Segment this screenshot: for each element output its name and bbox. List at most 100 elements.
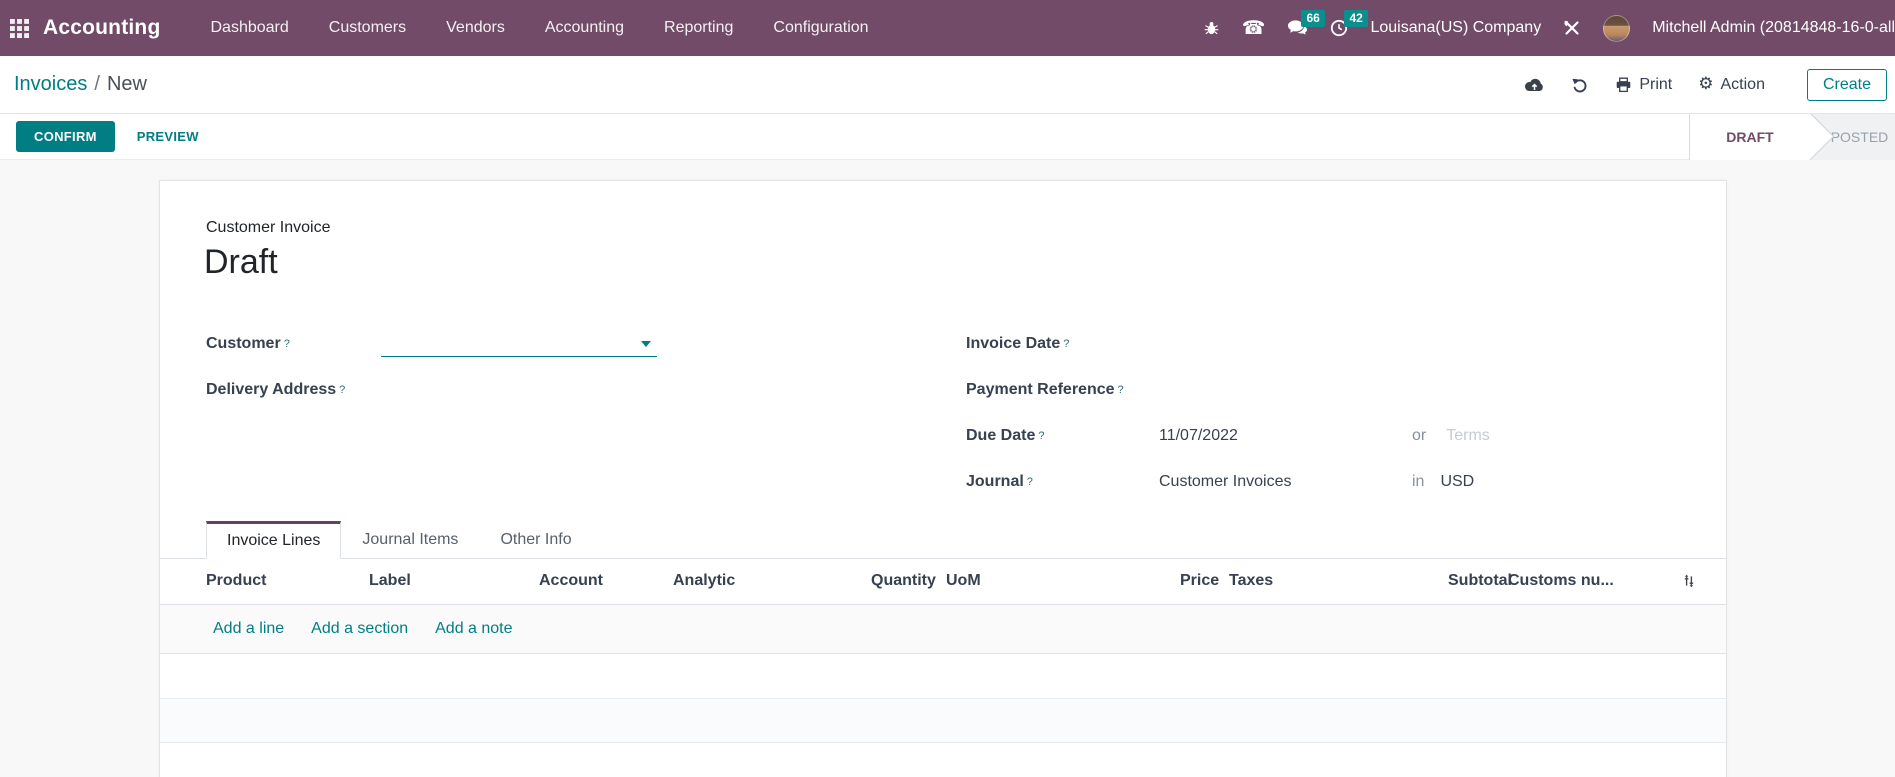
undo-icon: [1571, 76, 1589, 94]
invoice-lines-header: Product Label Account Analytic Quantity …: [160, 559, 1726, 605]
col-product: Product: [206, 572, 266, 590]
journal-help-marker[interactable]: ?: [1027, 476, 1033, 488]
notebook-tabs: Invoice Lines Journal Items Other Info: [160, 521, 1726, 559]
tab-journal-items[interactable]: Journal Items: [341, 521, 479, 559]
payment-reference-input[interactable]: [1159, 377, 1379, 401]
empty-line-row: [160, 743, 1726, 777]
preview-button[interactable]: PREVIEW: [137, 129, 199, 144]
chevron-down-icon[interactable]: [641, 341, 651, 347]
breadcrumb-invoices-link[interactable]: Invoices: [14, 73, 87, 96]
customer-input[interactable]: [381, 331, 657, 357]
grid-icon: [10, 19, 29, 38]
action-button[interactable]: ⚙ Action: [1698, 76, 1765, 94]
delivery-address-help-marker[interactable]: ?: [339, 384, 345, 396]
empty-line-row: [160, 654, 1726, 699]
due-date-terms-wrap: or Terms: [1412, 423, 1490, 449]
col-analytic: Analytic: [673, 572, 735, 590]
due-date-field-row: Due Date ?: [966, 423, 1044, 449]
action-label: Action: [1721, 76, 1765, 94]
control-panel: Invoices / New: [0, 56, 1895, 113]
unsaved-changes-cloud-button[interactable]: [1523, 77, 1545, 93]
wrench-screwdriver-icon: [1563, 19, 1581, 37]
col-label: Label: [369, 572, 411, 590]
apps-grid-icon[interactable]: [10, 19, 29, 38]
customer-help-marker[interactable]: ?: [284, 338, 290, 350]
document-title: Draft: [204, 243, 278, 282]
invoice-date-label: Invoice Date: [966, 335, 1060, 353]
col-customs-number: Customs nu...: [1508, 572, 1614, 590]
user-menu[interactable]: Mitchell Admin (20814848-16-0-all: [1652, 19, 1895, 37]
customer-field-row: Customer ?: [206, 331, 290, 357]
payment-reference-field-row: Payment Reference ?: [966, 377, 1124, 403]
journal-field-row: Journal ?: [966, 469, 1033, 495]
menu-item-reporting[interactable]: Reporting: [664, 19, 733, 37]
delivery-address-input[interactable]: [381, 377, 601, 401]
user-avatar[interactable]: [1603, 15, 1630, 42]
invoice-date-input[interactable]: [1159, 331, 1379, 355]
control-panel-actions: Print ⚙ Action Create: [1523, 69, 1887, 101]
breadcrumb-separator: /: [94, 73, 100, 96]
in-text: in: [1412, 473, 1424, 491]
messages-icon[interactable]: 66: [1287, 19, 1308, 37]
col-subtotal: Subtotal: [1448, 572, 1512, 590]
menu-item-customers[interactable]: Customers: [329, 19, 406, 37]
confirm-button[interactable]: CONFIRM: [16, 121, 115, 152]
activities-count-badge: 42: [1344, 10, 1367, 27]
form-view: Customer Invoice Draft Customer ? Delive…: [0, 160, 1895, 777]
terms-placeholder[interactable]: Terms: [1446, 427, 1490, 445]
messages-count-badge: 66: [1301, 10, 1324, 27]
due-date-label: Due Date: [966, 427, 1035, 445]
invoice-date-field-row: Invoice Date ?: [966, 331, 1069, 357]
print-button[interactable]: Print: [1615, 76, 1672, 94]
menu-item-vendors[interactable]: Vendors: [446, 19, 505, 37]
tab-other-info[interactable]: Other Info: [479, 521, 592, 559]
printer-icon: [1615, 77, 1632, 93]
status-steps: DRAFT POSTED: [1689, 114, 1895, 160]
company-switcher[interactable]: Louisana(US) Company: [1370, 19, 1541, 37]
discard-undo-button[interactable]: [1571, 76, 1589, 94]
menu-item-dashboard[interactable]: Dashboard: [211, 19, 289, 37]
gear-icon: ⚙: [1698, 76, 1713, 93]
document-type-label: Customer Invoice: [206, 219, 331, 237]
phone-icon[interactable]: ☎: [1242, 19, 1266, 38]
statusbar: CONFIRM PREVIEW DRAFT POSTED: [0, 113, 1895, 160]
col-quantity: Quantity: [871, 572, 936, 590]
col-taxes: Taxes: [1229, 572, 1273, 590]
payment-reference-help-marker[interactable]: ?: [1118, 384, 1124, 396]
debug-bug-icon[interactable]: [1203, 19, 1220, 37]
add-a-section-link[interactable]: Add a section: [311, 620, 408, 638]
invoice-sheet: Customer Invoice Draft Customer ? Delive…: [159, 180, 1727, 777]
add-a-note-link[interactable]: Add a note: [435, 620, 512, 638]
print-label: Print: [1639, 76, 1672, 94]
journal-value-wrap: Customer Invoices: [1159, 469, 1292, 495]
customer-label: Customer: [206, 335, 281, 353]
menu-item-configuration[interactable]: Configuration: [773, 19, 868, 37]
tab-invoice-lines[interactable]: Invoice Lines: [206, 521, 341, 559]
cloud-upload-icon: [1523, 77, 1545, 93]
create-button[interactable]: Create: [1807, 69, 1887, 101]
status-step-draft[interactable]: DRAFT: [1690, 114, 1810, 160]
col-uom: UoM: [946, 572, 981, 590]
delivery-address-field-row: Delivery Address ?: [206, 377, 345, 403]
journal-value[interactable]: Customer Invoices: [1159, 473, 1292, 491]
bug-icon: [1203, 19, 1220, 37]
due-date-help-marker[interactable]: ?: [1038, 430, 1044, 442]
topbar: Accounting Dashboard Customers Vendors A…: [0, 0, 1895, 56]
currency-value[interactable]: USD: [1440, 473, 1474, 491]
topbar-menu: Dashboard Customers Vendors Accounting R…: [211, 19, 869, 37]
topbar-right: ☎ 66 42 Louisana(US) Company: [1183, 15, 1895, 42]
journal-currency-wrap: in USD: [1412, 469, 1474, 495]
optional-columns-button[interactable]: [1682, 574, 1696, 593]
activities-icon[interactable]: 42: [1330, 19, 1348, 37]
menu-item-accounting[interactable]: Accounting: [545, 19, 624, 37]
add-a-line-link[interactable]: Add a line: [213, 620, 284, 638]
invoice-date-help-marker[interactable]: ?: [1063, 338, 1069, 350]
due-date-value[interactable]: 11/07/2022: [1159, 427, 1238, 445]
support-tools-icon[interactable]: [1563, 19, 1581, 37]
journal-label: Journal: [966, 473, 1024, 491]
col-price: Price: [1180, 572, 1219, 590]
app-title[interactable]: Accounting: [43, 16, 161, 40]
breadcrumb-current: New: [107, 73, 147, 96]
empty-line-row: [160, 699, 1726, 743]
due-date-value-wrap: 11/07/2022: [1159, 423, 1238, 449]
